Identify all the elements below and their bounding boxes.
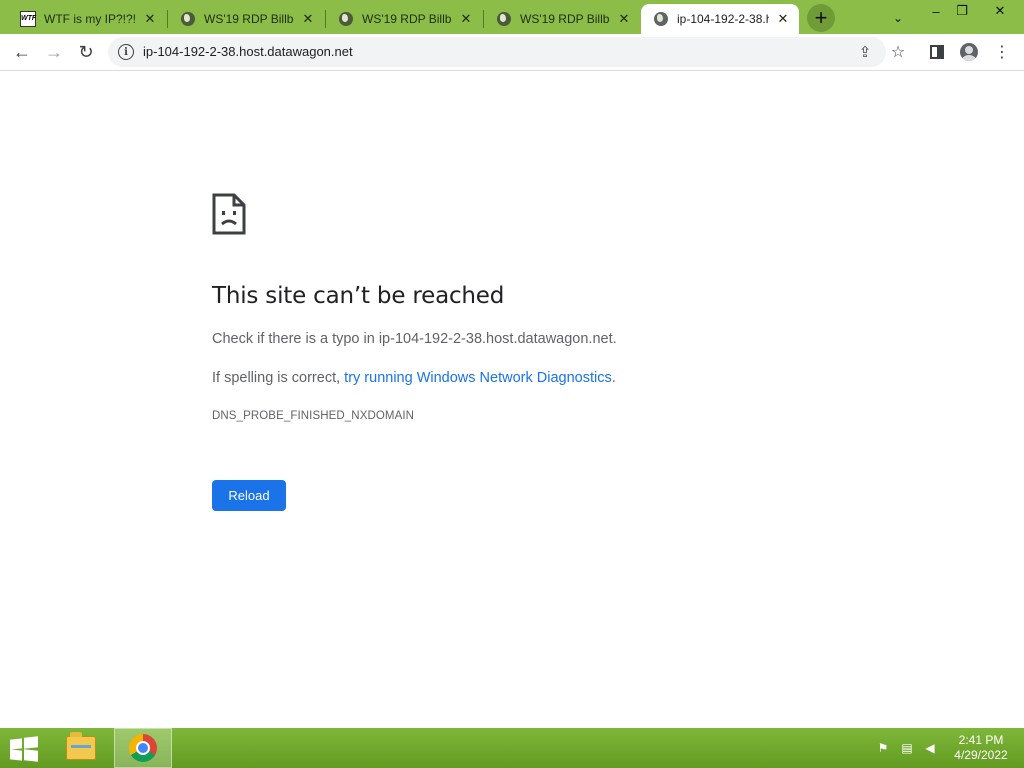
page-content: This site can’t be reached Check if ther… (0, 71, 1024, 728)
tab-title: WTF is my IP?!?!? (44, 12, 136, 26)
tab-title: WS'19 RDP Billboard (520, 12, 610, 26)
network-diagnostics-link[interactable]: try running Windows Network Diagnostics (344, 370, 612, 386)
globe-icon (338, 11, 354, 27)
profile-avatar-icon[interactable] (957, 40, 981, 64)
site-info-icon[interactable]: i (118, 44, 134, 60)
address-bar[interactable]: i ip-104-192-2-38.host.datawagon.net ⇪ (108, 37, 886, 67)
reload-button[interactable]: Reload (212, 480, 286, 511)
windows-start-icon[interactable] (10, 736, 38, 762)
bookmark-star-icon[interactable]: ☆ (886, 40, 910, 64)
file-explorer-taskbar-button[interactable] (52, 728, 110, 768)
typo-message: Check if there is a typo in ip-104-192-2… (212, 331, 617, 347)
close-tab-icon[interactable]: ✕ (458, 11, 474, 27)
tab-strip: WTF WTF is my IP?!?!? ✕ WS'19 RDP Billbo… (0, 0, 1024, 34)
back-button[interactable]: ← (8, 38, 36, 66)
tab-active-datawagon[interactable]: ip-104-192-2-38.host.datawagon.net ✕ (641, 4, 799, 34)
tab-rdp-billboard-3[interactable]: WS'19 RDP Billboard ✕ (484, 4, 640, 34)
chrome-taskbar-button[interactable] (114, 728, 172, 768)
folder-icon (66, 732, 96, 760)
system-clock[interactable]: 2:41 PM 4/29/2022 (950, 733, 1012, 763)
browser-toolbar: ← → ↻ i ip-104-192-2-38.host.datawagon.n… (0, 34, 1024, 71)
wtf-logo-icon: WTF (20, 11, 36, 27)
chrome-menu-icon[interactable]: ⋮ (990, 40, 1014, 64)
volume-muted-icon[interactable]: ◀ (922, 740, 938, 756)
side-panel-icon[interactable] (925, 40, 949, 64)
network-icon[interactable]: ▤ (899, 740, 915, 756)
close-tab-icon[interactable]: ✕ (300, 11, 316, 27)
globe-icon (180, 11, 196, 27)
tab-title: ip-104-192-2-38.host.datawagon.net (677, 12, 769, 26)
tab-rdp-billboard-2[interactable]: WS'19 RDP Billboard ✕ (326, 4, 482, 34)
globe-icon (496, 11, 512, 27)
reload-page-button[interactable]: ↻ (72, 38, 100, 66)
close-tab-icon[interactable]: ✕ (775, 11, 791, 27)
chrome-icon (129, 734, 157, 762)
restore-button[interactable]: ❐ (946, 0, 978, 22)
action-center-flag-icon[interactable]: ⚑ (875, 740, 891, 756)
share-icon[interactable]: ⇪ (855, 42, 875, 62)
error-heading: This site can’t be reached (212, 283, 505, 309)
close-tab-icon[interactable]: ✕ (142, 11, 158, 27)
spelling-prefix: If spelling is correct, (212, 370, 345, 386)
tab-rdp-billboard-1[interactable]: WS'19 RDP Billboard ✕ (168, 4, 324, 34)
tab-title: WS'19 RDP Billboard (362, 12, 452, 26)
tab-search-chevron-icon[interactable]: ⌄ (888, 8, 908, 28)
tab-wtf-is-my-ip[interactable]: WTF WTF is my IP?!?!? ✕ (8, 4, 166, 34)
error-code: DNS_PROBE_FINISHED_NXDOMAIN (212, 410, 415, 422)
close-tab-icon[interactable]: ✕ (616, 11, 632, 27)
forward-button[interactable]: → (40, 38, 68, 66)
windows-taskbar: ⚑ ▤ ◀ 2:41 PM 4/29/2022 (0, 728, 1024, 768)
globe-icon (653, 11, 669, 27)
spelling-message: If spelling is correct, try running Wind… (212, 370, 616, 386)
spelling-suffix: . (611, 370, 616, 386)
clock-date: 4/29/2022 (954, 748, 1008, 762)
address-bar-url[interactable]: ip-104-192-2-38.host.datawagon.net (143, 44, 353, 59)
close-window-button[interactable]: ✕ (984, 0, 1016, 22)
sad-page-icon (212, 193, 246, 235)
new-tab-button[interactable]: + (807, 4, 835, 32)
clock-time: 2:41 PM (958, 733, 1004, 747)
tab-title: WS'19 RDP Billboard (204, 12, 294, 26)
